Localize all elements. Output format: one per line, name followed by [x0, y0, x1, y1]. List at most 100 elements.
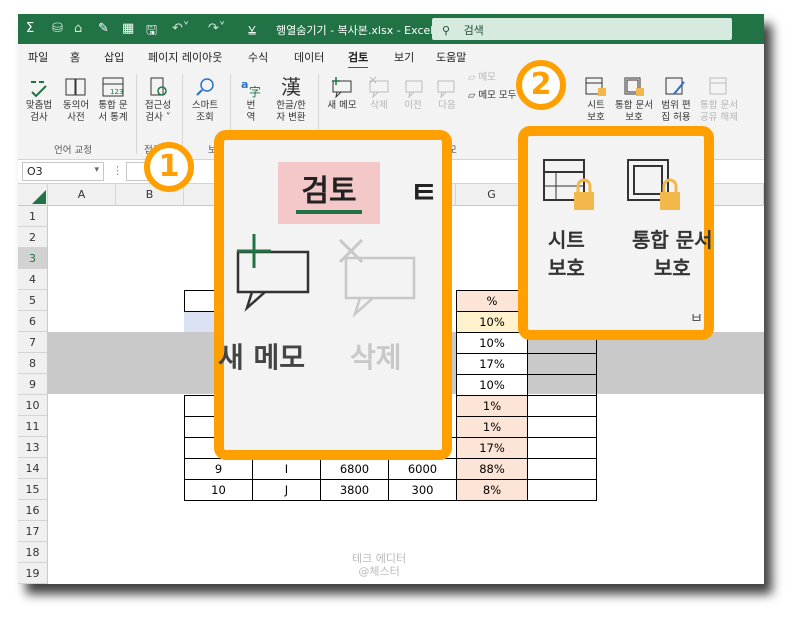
ribbon-separator	[182, 74, 183, 154]
row-header[interactable]: 6	[18, 311, 48, 332]
spell-check-button[interactable]: 맞춤법 검사	[20, 74, 58, 124]
search-box[interactable]: ⚲ 검색	[432, 18, 732, 40]
row-header[interactable]: 17	[18, 521, 48, 542]
next-memo-button[interactable]: 다음	[430, 74, 464, 112]
show-memo-button[interactable]: ▱ 메모	[468, 72, 496, 84]
table-cell[interactable]	[527, 395, 597, 417]
save-icon[interactable]: 🖫	[146, 21, 157, 43]
accessibility-check-button[interactable]: 접근성 검사 ˅	[138, 74, 178, 124]
workbook-statistics-button[interactable]: 123 통합 문서 통계	[94, 74, 132, 124]
delete-comment-icon	[362, 74, 396, 100]
table-cell-pct[interactable]: 8%	[456, 479, 528, 501]
translate-button[interactable]: a字 번역	[236, 74, 266, 124]
row-header[interactable]: 11	[18, 416, 48, 437]
table-cell-pct[interactable]: 17%	[456, 437, 528, 459]
delete-memo-button[interactable]: 삭제	[362, 74, 396, 112]
allow-edit-ranges-button[interactable]: 범위 편집 허용	[658, 74, 694, 124]
undo-icon[interactable]: ↶˅	[172, 21, 189, 36]
tab-formulas[interactable]: 수식	[248, 49, 268, 65]
row-header[interactable]: 18	[18, 542, 48, 563]
excel-window: Σ ⛁ ⌂ ✎ ▦ 🖫 ↶˅ ↷˅ ⩣ 행열숨기기 - 복사본.xlsx - E…	[18, 14, 764, 584]
tab-help[interactable]: 도움말	[436, 49, 466, 65]
sheet-lock-icon[interactable]	[542, 158, 602, 222]
smart-lookup-button[interactable]: 스마트 조회	[186, 74, 224, 124]
table-cell-pct[interactable]: 10%	[456, 332, 528, 354]
table-cell[interactable]: 9	[184, 458, 253, 480]
workbook-lock-icon[interactable]	[626, 158, 690, 222]
unshare-workbook-button[interactable]: 통합 문서 공유 해제	[696, 74, 742, 124]
table-cell[interactable]	[527, 416, 597, 438]
tab-review-highlight[interactable]: 검토	[278, 162, 380, 224]
chevron-down-icon[interactable]: ▾	[94, 165, 99, 175]
table-cell[interactable]: J	[252, 479, 321, 501]
row-header[interactable]: 2	[18, 227, 48, 248]
tab-page-layout[interactable]: 페이지 레이아웃	[148, 49, 222, 65]
row6-blank	[48, 311, 184, 332]
row-header[interactable]: 9	[18, 374, 48, 395]
new-memo-button[interactable]: 새 메모	[322, 74, 362, 112]
table-cell-pct[interactable]: 17%	[456, 353, 528, 375]
table-cell[interactable]	[527, 458, 597, 480]
protect-sheet-button[interactable]: 시트 보호	[580, 74, 612, 124]
row-header[interactable]: 15	[18, 479, 48, 500]
protect-workbook-button[interactable]: 통합 문서 보호	[612, 74, 656, 124]
tab-insert[interactable]: 삽입	[104, 49, 124, 65]
memo-icon: ▱	[468, 90, 476, 101]
row-header[interactable]: 4	[18, 269, 48, 290]
row-header-selected[interactable]: 3	[18, 248, 48, 269]
table-cell-pct[interactable]: 1%	[456, 416, 528, 438]
new-comment-icon[interactable]	[230, 232, 310, 316]
thesaurus-button[interactable]: 동의어 사전	[58, 74, 94, 124]
column-header-a[interactable]: A	[48, 184, 116, 206]
redo-icon[interactable]: ↷˅	[208, 21, 225, 36]
customize-icon[interactable]: ⩣	[248, 21, 256, 36]
next-comment-icon	[430, 74, 464, 100]
table-cell[interactable]: 10	[184, 479, 253, 501]
callout-protect-zoom: 시트 보호 통합 문서 보호 ㅂ	[518, 126, 714, 340]
row-header[interactable]: 5	[18, 290, 48, 311]
delete-label: 삭제	[350, 341, 402, 374]
tab-home[interactable]: 홈	[70, 49, 80, 65]
table-cell[interactable]: 300	[388, 479, 457, 501]
table-cell[interactable]	[527, 479, 597, 501]
tab-data[interactable]: 데이터	[294, 49, 324, 65]
save-cloud-icon[interactable]: ⛁	[52, 21, 63, 36]
previous-memo-button[interactable]: 이전	[396, 74, 430, 112]
row-header[interactable]: 1	[18, 206, 48, 227]
row-header[interactable]: 13	[18, 437, 48, 458]
row-header[interactable]: 19	[18, 563, 48, 584]
table-cell-pct[interactable]: 88%	[456, 458, 528, 480]
table-cell[interactable]	[527, 437, 597, 459]
table-cell[interactable]	[527, 353, 597, 375]
autosum-icon[interactable]: Σ	[26, 21, 34, 36]
tab-view[interactable]: 보기	[394, 49, 414, 65]
tab-review[interactable]: 검토	[348, 49, 369, 69]
table-cell-pct[interactable]: 10%	[456, 374, 528, 396]
row-header[interactable]: 14	[18, 458, 48, 479]
row-header[interactable]: 7	[18, 332, 48, 353]
table-cell[interactable]: 6000	[388, 458, 457, 480]
row-header[interactable]: 16	[18, 500, 48, 521]
grid-icon[interactable]: ▦	[122, 21, 134, 36]
row-header[interactable]: 10	[18, 395, 48, 416]
new-comment-icon	[322, 74, 362, 100]
tab-underline	[296, 210, 362, 214]
table-cell[interactable]: I	[252, 458, 321, 480]
unshare-icon	[696, 74, 742, 100]
table-cell[interactable]: 3800	[320, 479, 389, 501]
name-box[interactable]: O3 ▾	[22, 162, 104, 181]
tab-file[interactable]: 파일	[28, 49, 48, 65]
title-bar: Σ ⛁ ⌂ ✎ ▦ 🖫 ↶˅ ↷˅ ⩣ 행열숨기기 - 복사본.xlsx - E…	[18, 14, 764, 44]
delete-comment-icon[interactable]	[338, 238, 418, 322]
table-cell[interactable]: 6800	[320, 458, 389, 480]
home-icon[interactable]: ⌂	[74, 21, 82, 36]
table-cell[interactable]	[527, 374, 597, 396]
select-all-corner[interactable]	[18, 184, 48, 206]
hangul-hanja-button[interactable]: 漢 한글/한 자 변환	[268, 74, 314, 124]
step-badge-1: 1	[144, 142, 194, 192]
svg-text:123: 123	[110, 88, 123, 96]
edit-icon[interactable]: ✎	[98, 21, 109, 36]
table-cell-pct[interactable]: 1%	[456, 395, 528, 417]
row-header[interactable]: 8	[18, 353, 48, 374]
tab-view-partial: ㅌ	[410, 176, 438, 211]
